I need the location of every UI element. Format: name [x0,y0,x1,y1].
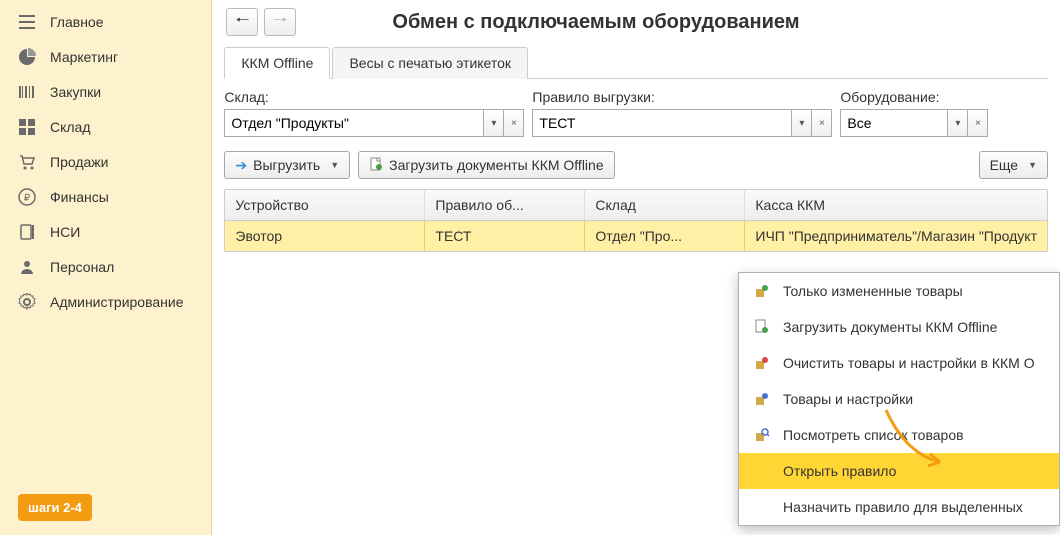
sidebar-item-sales[interactable]: Продажи [0,144,211,179]
td-kkm: ИЧП "Предприниматель"/Магазин "Продукт [745,221,1047,251]
person-icon [18,258,36,276]
sidebar-item-label: Маркетинг [50,49,118,65]
ctx-goods-settings[interactable]: Товары и настройки [739,381,1059,417]
ruble-icon: ₽ [18,188,36,206]
table-row[interactable]: Эвотор ТЕСТ Отдел "Про... ИЧП "Предприни… [225,221,1047,251]
rule-label: Правило выгрузки: [532,89,832,105]
blank-icon [753,498,771,516]
equipment-dropdown[interactable]: ▾ [948,109,968,137]
import-button[interactable]: Загрузить документы ККМ Offline [358,151,614,179]
actions-row: ➔ Выгрузить ▼ Загрузить документы ККМ Of… [212,137,1060,189]
list-icon [18,13,36,31]
filters-row: Склад: ▾ × Правило выгрузки: ▾ × Оборудо… [212,79,1060,137]
back-button[interactable]: 🠐 [226,8,258,36]
sidebar-item-staff[interactable]: Персонал [0,249,211,284]
sidebar-item-label: Персонал [50,259,114,275]
sidebar-item-admin[interactable]: Администрирование [0,284,211,319]
main-area: 🠐 🠒 Обмен с подключаемым оборудованием К… [212,0,1060,535]
document-icon [369,157,383,174]
rule-input[interactable] [532,109,792,137]
ctx-upload-docs[interactable]: Загрузить документы ККМ Offline [739,309,1059,345]
pie-icon [18,48,36,66]
td-device: Эвотор [225,221,425,251]
table-header: Устройство Правило об... Склад Касса ККМ [225,190,1047,221]
th-device[interactable]: Устройство [225,190,425,220]
blank-icon [753,462,771,480]
search-icon [753,426,771,444]
devices-table: Устройство Правило об... Склад Касса ККМ… [224,189,1048,252]
th-warehouse[interactable]: Склад [585,190,745,220]
sidebar-item-warehouse[interactable]: Склад [0,109,211,144]
upload-icon [753,318,771,336]
tab-scales[interactable]: Весы с печатью этикеток [332,47,528,79]
td-warehouse: Отдел "Про... [585,221,745,251]
td-rule: ТЕСТ [425,221,585,251]
ctx-open-rule[interactable]: Открыть правило [739,453,1059,489]
book-icon [18,223,36,241]
rule-clear[interactable]: × [812,109,832,137]
chevron-down-icon: ▼ [1028,160,1037,170]
sidebar-item-label: Администрирование [50,294,184,310]
ctx-clear-goods[interactable]: Очистить товары и настройки в ККМ O [739,345,1059,381]
grid-icon [18,118,36,136]
sidebar-item-marketing[interactable]: Маркетинг [0,39,211,74]
sidebar-item-label: НСИ [50,224,80,240]
barcode-icon [18,83,36,101]
warehouse-input[interactable] [224,109,484,137]
sidebar-item-label: Закупки [50,84,101,100]
sidebar-item-label: Главное [50,14,104,30]
package-icon [753,390,771,408]
ctx-assign-rule[interactable]: Назначить правило для выделенных [739,489,1059,525]
th-kkm[interactable]: Касса ККМ [745,190,1047,220]
equipment-clear[interactable]: × [968,109,988,137]
cart-icon [18,153,36,171]
more-button[interactable]: Еще ▼ [979,151,1048,179]
svg-text:₽: ₽ [24,193,31,204]
gear-icon [18,293,36,311]
context-menu: Только измененные товары Загрузить докум… [738,272,1060,526]
tabs: ККМ Offline Весы с печатью этикеток [224,46,1048,79]
sidebar-item-label: Продажи [50,154,108,170]
sidebar-item-nsi[interactable]: НСИ [0,214,211,249]
sidebar-item-main[interactable]: Главное [0,4,211,39]
chevron-down-icon: ▼ [330,160,339,170]
warehouse-clear[interactable]: × [504,109,524,137]
page-title: Обмен с подключаемым оборудованием [392,11,799,34]
th-rule[interactable]: Правило об... [425,190,585,220]
tab-kkm-offline[interactable]: ККМ Offline [224,47,330,79]
nav-toolbar: 🠐 🠒 Обмен с подключаемым оборудованием [212,0,1060,42]
changed-icon [753,282,771,300]
ctx-changed-goods[interactable]: Только измененные товары [739,273,1059,309]
ctx-view-goods[interactable]: Посмотреть список товаров [739,417,1059,453]
equipment-input[interactable] [840,109,948,137]
sidebar-item-purchases[interactable]: Закупки [0,74,211,109]
sidebar-item-label: Финансы [50,189,109,205]
steps-badge: шаги 2-4 [18,494,92,521]
equipment-label: Оборудование: [840,89,988,105]
sidebar: Главное Маркетинг Закупки Склад Продажи … [0,0,212,535]
forward-button[interactable]: 🠒 [264,8,296,36]
warehouse-dropdown[interactable]: ▾ [484,109,504,137]
sidebar-item-finance[interactable]: ₽ Финансы [0,179,211,214]
arrow-right-icon: ➔ [235,157,247,174]
warehouse-label: Склад: [224,89,524,105]
sidebar-item-label: Склад [50,119,91,135]
clear-icon [753,354,771,372]
export-button[interactable]: ➔ Выгрузить ▼ [224,151,350,179]
rule-dropdown[interactable]: ▾ [792,109,812,137]
